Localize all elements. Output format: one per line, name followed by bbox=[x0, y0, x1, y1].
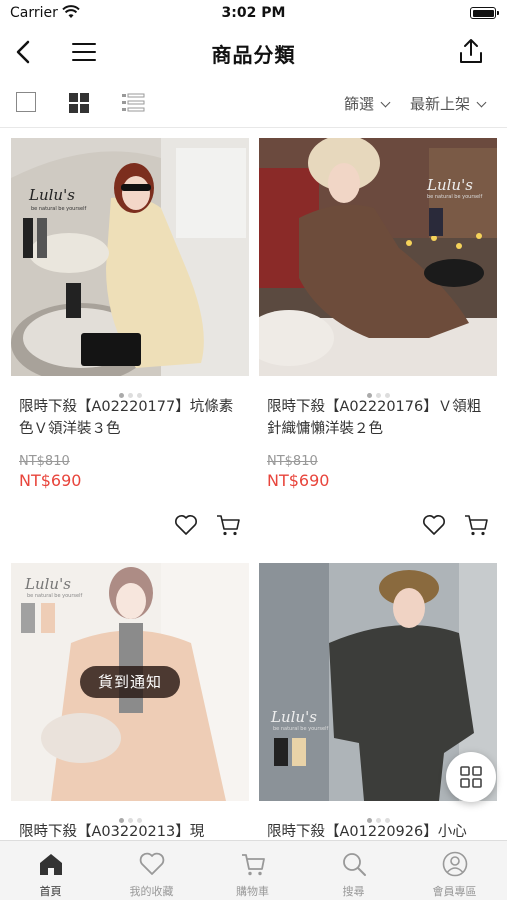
sale-price: NT$690 bbox=[267, 471, 330, 490]
tab-member[interactable]: 會員專區 bbox=[404, 841, 505, 900]
product-image[interactable]: Lulu's be natural be yourself 貨到通知 bbox=[11, 563, 249, 801]
nav-bar: 商品分類 bbox=[0, 28, 507, 76]
restock-notify-button[interactable]: 貨到通知 bbox=[80, 666, 180, 698]
brand-logo: Lulu's bbox=[25, 575, 71, 593]
sort-dropdown[interactable]: 最新上架 bbox=[410, 93, 487, 114]
view-toolbar: 篩選 最新上架 bbox=[0, 78, 507, 128]
tab-label: 首頁 bbox=[39, 885, 62, 898]
image-pager-dots bbox=[11, 801, 249, 823]
brand-tagline: be natural be yourself bbox=[427, 194, 483, 200]
tab-cart[interactable]: 購物車 bbox=[202, 841, 303, 900]
status-bar: Carrier 3:02 PM bbox=[0, 0, 507, 28]
brand-logo: Lulu's bbox=[29, 186, 75, 204]
image-pager-dots bbox=[259, 801, 497, 823]
brand-logo: Lulu's bbox=[427, 176, 473, 194]
user-icon bbox=[442, 851, 468, 877]
favorite-heart-icon[interactable] bbox=[422, 514, 446, 536]
product-card[interactable]: Lulu's be natural be yourself 限時下殺【A0222… bbox=[11, 138, 249, 536]
product-card[interactable]: Lulu's be natural be yourself 限時下殺【A0222… bbox=[259, 138, 497, 536]
grid-toggle-button[interactable] bbox=[446, 752, 496, 802]
original-price: NT$810 bbox=[267, 454, 318, 469]
share-icon[interactable] bbox=[457, 37, 485, 65]
grid-toggle-icon bbox=[460, 766, 482, 788]
bottom-tab-bar: 首頁 我的收藏 購物車 搜尋 會員專區 bbox=[0, 840, 507, 900]
tab-label: 購物車 bbox=[236, 885, 269, 898]
page-title: 商品分類 bbox=[211, 43, 296, 67]
product-name[interactable]: 限時下殺【A02220176】Ｖ領粗針織慵懶洋裝２色 bbox=[259, 396, 497, 444]
single-view-icon[interactable] bbox=[16, 92, 36, 112]
tab-label: 我的收藏 bbox=[129, 885, 174, 898]
tab-label: 會員專區 bbox=[432, 885, 477, 898]
product-card[interactable]: Lulu's be natural be yourself 限時下殺【A0122… bbox=[259, 563, 497, 869]
product-name[interactable]: 限時下殺【A02220177】坑條素色Ｖ領洋裝３色 bbox=[11, 396, 249, 444]
tab-search[interactable]: 搜尋 bbox=[303, 841, 404, 900]
add-to-cart-icon[interactable] bbox=[463, 513, 489, 537]
brand-tagline: be natural be yourself bbox=[31, 206, 87, 212]
list-view-icon[interactable] bbox=[121, 92, 145, 114]
product-card[interactable]: Lulu's be natural be yourself 貨到通知 限時下殺【… bbox=[11, 563, 249, 869]
sale-price: NT$690 bbox=[19, 471, 82, 490]
image-pager-dots bbox=[259, 376, 497, 398]
filter-dropdown[interactable]: 篩選 bbox=[344, 93, 391, 114]
tab-favorites[interactable]: 我的收藏 bbox=[101, 841, 202, 900]
heart-icon bbox=[139, 852, 165, 875]
cart-icon bbox=[242, 854, 265, 876]
home-icon bbox=[40, 854, 62, 875]
battery-icon bbox=[470, 7, 499, 19]
chevron-down-icon bbox=[476, 97, 487, 108]
grid-view-icon[interactable] bbox=[68, 92, 90, 114]
tab-label: 搜尋 bbox=[342, 885, 365, 898]
brand-logo: Lulu's bbox=[271, 708, 317, 726]
brand-tagline: be natural be yourself bbox=[273, 726, 329, 732]
favorite-heart-icon[interactable] bbox=[174, 514, 198, 536]
image-pager-dots bbox=[11, 376, 249, 398]
brand-tagline: be natural be yourself bbox=[27, 593, 83, 599]
search-icon bbox=[343, 853, 366, 876]
filter-label: 篩選 bbox=[344, 95, 375, 113]
clock: 3:02 PM bbox=[221, 5, 286, 21]
chevron-down-icon bbox=[380, 97, 391, 108]
product-image[interactable]: Lulu's be natural be yourself bbox=[259, 138, 497, 376]
sort-label: 最新上架 bbox=[410, 95, 471, 113]
original-price: NT$810 bbox=[19, 454, 70, 469]
add-to-cart-icon[interactable] bbox=[215, 513, 241, 537]
product-image[interactable]: Lulu's be natural be yourself bbox=[11, 138, 249, 376]
tab-home[interactable]: 首頁 bbox=[0, 841, 101, 900]
